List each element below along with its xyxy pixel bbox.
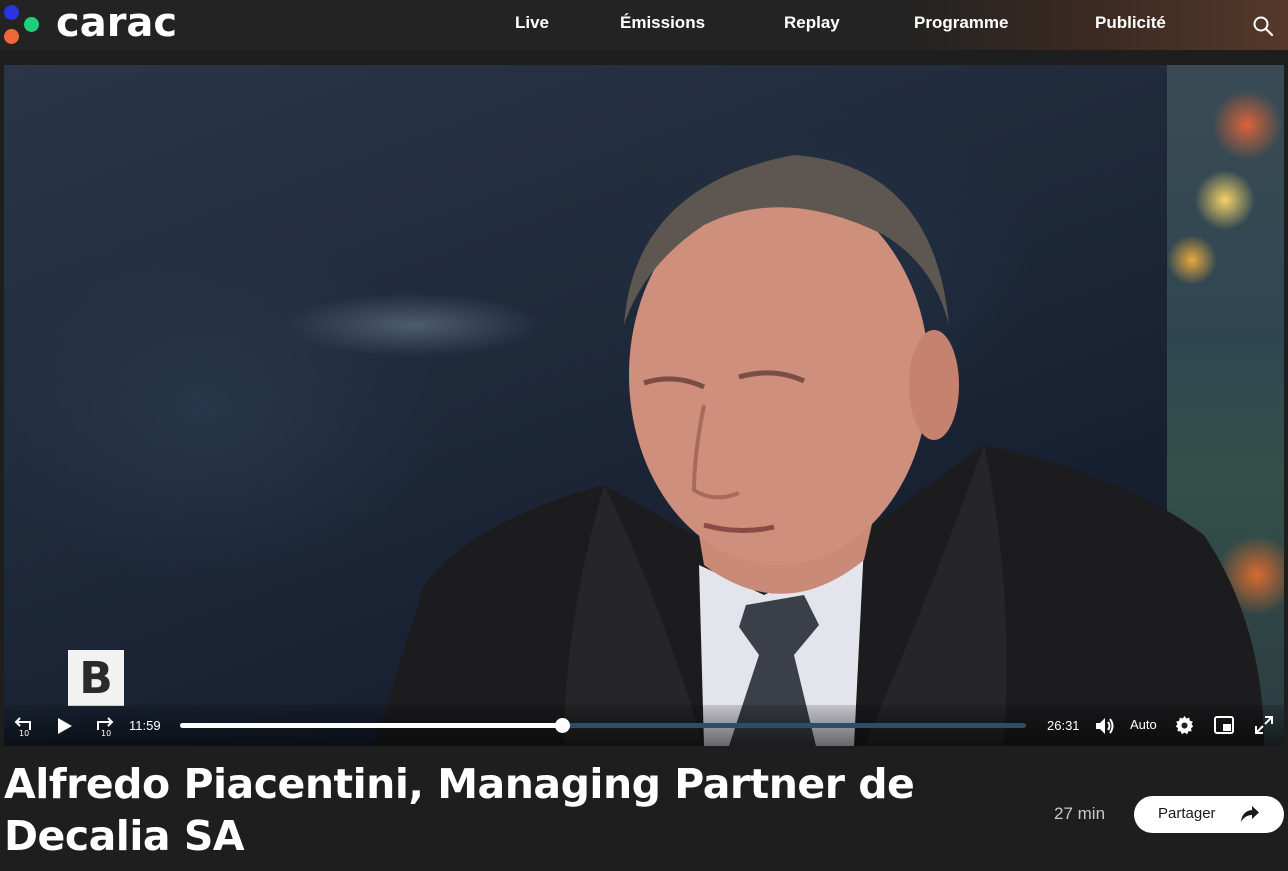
logo-wordmark[interactable]: carac xyxy=(56,0,177,46)
logo-dots[interactable] xyxy=(4,5,44,45)
share-button[interactable]: Partager xyxy=(1134,796,1284,833)
nav-programme[interactable]: Programme xyxy=(914,13,1008,33)
progress-bar[interactable] xyxy=(180,718,1026,733)
episode-duration: 27 min xyxy=(1054,804,1106,823)
forward-10-icon[interactable]: 10 xyxy=(92,714,116,738)
fullscreen-icon[interactable] xyxy=(1254,715,1274,735)
channel-watermark: B xyxy=(68,650,124,706)
logo-dot-blue xyxy=(4,5,19,20)
nav-publicite[interactable]: Publicité xyxy=(1095,13,1166,33)
progress-scrubber-handle[interactable] xyxy=(555,718,571,733)
video-player[interactable]: B 10 10 11:59 26:31 Auto xyxy=(4,65,1284,746)
site-header: carac Live Émissions Replay Programme Pu… xyxy=(0,0,1288,50)
nav-live[interactable]: Live xyxy=(515,13,549,33)
picture-in-picture-icon[interactable] xyxy=(1214,716,1234,734)
share-button-label: Partager xyxy=(1158,805,1216,822)
episode-title: Alfredo Piacentini, Managing Partner de … xyxy=(4,760,915,860)
total-duration: 26:31 xyxy=(1047,718,1080,733)
rewind-10-icon[interactable]: 10 xyxy=(12,714,36,738)
search-icon[interactable] xyxy=(1252,15,1274,37)
settings-gear-icon[interactable] xyxy=(1174,715,1195,736)
nav-replay[interactable]: Replay xyxy=(784,13,840,33)
current-time: 11:59 xyxy=(129,718,161,733)
play-icon[interactable] xyxy=(56,716,74,736)
progress-fill xyxy=(180,723,563,728)
svg-text:10: 10 xyxy=(101,729,111,738)
logo-dot-orange xyxy=(4,29,19,44)
logo-dot-green xyxy=(24,17,39,32)
quality-selector[interactable]: Auto xyxy=(1130,717,1157,732)
nav-emissions[interactable]: Émissions xyxy=(620,13,705,33)
player-controls: 10 10 11:59 26:31 Auto xyxy=(4,705,1284,746)
share-arrow-icon xyxy=(1241,806,1259,822)
svg-text:10: 10 xyxy=(19,729,29,738)
volume-icon[interactable] xyxy=(1094,715,1116,737)
video-frame-interviewee xyxy=(374,155,1264,746)
